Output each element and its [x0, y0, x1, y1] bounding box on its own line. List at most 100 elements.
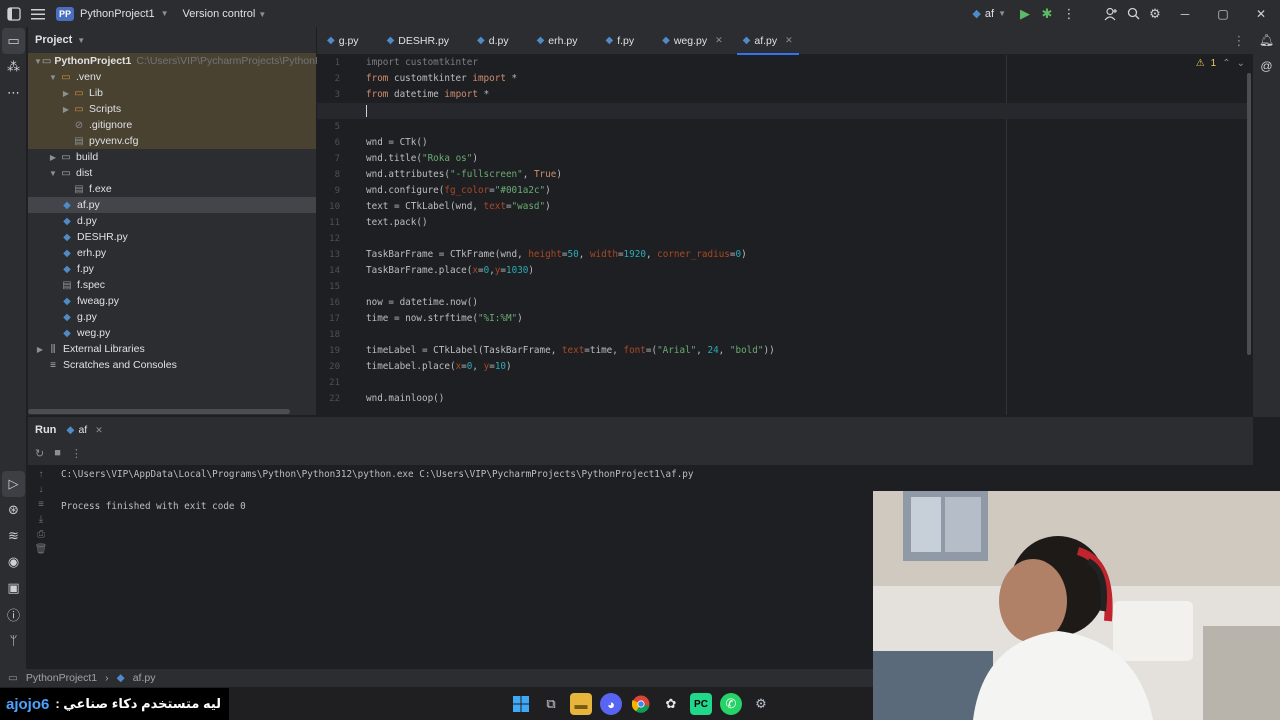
code-line[interactable]: time = now.strftime("%I:%M")	[366, 311, 1246, 327]
code-line[interactable]	[317, 103, 1247, 119]
more-options-icon[interactable]: ⋮	[1058, 2, 1080, 26]
inspection-widget[interactable]: ⚠ 1 ⌃ ⌄	[1196, 58, 1245, 69]
code-line[interactable]: text = CTkLabel(wnd, text="wasd")	[366, 199, 1246, 215]
soft-wrap-icon[interactable]: ≡	[38, 499, 44, 510]
code-line[interactable]: TaskBarFrame = CTkFrame(wnd, height=50, …	[366, 247, 1246, 263]
services-icon[interactable]: ◉	[0, 549, 27, 575]
tree-item-fweag[interactable]: ◆ fweag.py	[28, 293, 316, 309]
tree-item-erh[interactable]: ◆ erh.py	[28, 245, 316, 261]
horizontal-scrollbar[interactable]	[28, 409, 290, 414]
run-icon[interactable]: ▶	[1014, 2, 1036, 26]
code-line[interactable]: from datetime import *	[366, 87, 1246, 103]
vertical-scrollbar[interactable]	[1247, 73, 1251, 355]
tree-item-g[interactable]: ◆ g.py	[28, 309, 316, 325]
tree-item-dist[interactable]: ▼ ▭ dist	[28, 165, 316, 181]
tree-item-af[interactable]: ◆ af.py	[28, 197, 316, 213]
more-options-icon[interactable]: ⋮	[71, 447, 82, 460]
restore-button[interactable]: ▢	[1204, 7, 1242, 21]
code-line[interactable]	[366, 375, 1246, 391]
run-panel-title[interactable]: Run	[35, 424, 56, 436]
code-line[interactable]: wnd.configure(fg_color="#001a2c")	[366, 183, 1246, 199]
code-line[interactable]: wnd.title("Roka os")	[366, 151, 1246, 167]
tree-item-build[interactable]: ▶ ▭ build	[28, 149, 316, 165]
tree-item-scripts[interactable]: ▶ ▭ Scripts	[28, 101, 316, 117]
code-line[interactable]	[366, 279, 1246, 295]
tab-af[interactable]: ◆ af.py ✕	[733, 27, 803, 55]
run-tool-icon[interactable]: ▷	[2, 471, 25, 497]
tab-erh[interactable]: ◆ erh.py	[527, 27, 588, 55]
stop-icon[interactable]: ■	[54, 447, 61, 459]
tree-item-venv[interactable]: ▼ ▭ .venv	[28, 69, 316, 85]
project-tool-icon[interactable]: ▭	[2, 28, 25, 54]
settings-icon[interactable]: ⚙	[1144, 2, 1166, 26]
chrome-icon[interactable]	[630, 693, 652, 715]
file-explorer-icon[interactable]: ▬	[570, 693, 592, 715]
pycharm-icon[interactable]: PC	[690, 693, 712, 715]
code-line[interactable]: import customtkinter	[366, 55, 1246, 71]
project-panel-header[interactable]: Project ▼	[28, 27, 316, 53]
openai-icon[interactable]: ✿	[660, 693, 682, 715]
whatsapp-icon[interactable]: ✆	[720, 693, 742, 715]
clear-icon[interactable]: 🗑︎	[35, 544, 48, 555]
code-line[interactable]: timeLabel = CTkLabel(TaskBarFrame, text=…	[366, 343, 1246, 359]
tab-weg[interactable]: ◆ weg.py ✕	[652, 27, 733, 55]
main-menu-icon[interactable]	[26, 2, 50, 26]
tab-d[interactable]: ◆ d.py	[467, 27, 519, 55]
structure-tool-icon[interactable]: ⁂	[0, 54, 27, 80]
project-switcher[interactable]: PP PythonProject1 ▼	[56, 6, 169, 21]
code-line[interactable]: wnd.mainloop()	[366, 391, 1246, 407]
code-line[interactable]	[366, 231, 1246, 247]
notifications-icon[interactable]: 🔔︎	[1253, 27, 1280, 53]
tree-item-fspec[interactable]: ▤ f.spec	[28, 277, 316, 293]
scroll-down-icon[interactable]: ↓	[39, 484, 44, 495]
python-packages-icon[interactable]: ⊛	[0, 497, 27, 523]
tab-g[interactable]: ◆ g.py	[317, 27, 369, 55]
tree-item-f[interactable]: ◆ f.py	[28, 261, 316, 277]
debug-icon[interactable]: ✱	[1036, 2, 1058, 26]
code-line[interactable]: text.pack()	[366, 215, 1246, 231]
code-line[interactable]: wnd.attributes("-fullscreen", True)	[366, 167, 1246, 183]
more-tools-icon[interactable]: ⋯	[0, 80, 27, 106]
scroll-up-icon[interactable]: ↑	[39, 469, 44, 480]
chevron-up-icon[interactable]: ⌃	[1222, 58, 1230, 69]
tree-item-deshr[interactable]: ◆ DESHR.py	[28, 229, 316, 245]
rerun-icon[interactable]: ↻	[35, 447, 44, 460]
tab-options-icon[interactable]: ⋮	[1227, 29, 1251, 53]
ai-assistant-icon[interactable]: @	[1253, 53, 1280, 79]
code-line[interactable]: wnd = CTk()	[366, 135, 1246, 151]
tree-item-weg[interactable]: ◆ weg.py	[28, 325, 316, 341]
tree-item-pyvenv[interactable]: ▤ pyvenv.cfg	[28, 133, 316, 149]
print-icon[interactable]: ⎙	[37, 529, 45, 540]
discord-icon[interactable]: ◕	[600, 693, 622, 715]
breadcrumb-project[interactable]: PythonProject1	[26, 672, 97, 684]
close-tab-icon[interactable]: ✕	[95, 425, 103, 436]
settings-icon[interactable]: ⚙	[750, 693, 772, 715]
close-tab-icon[interactable]: ✕	[785, 35, 793, 46]
code-editor[interactable]: 1 2 3 4 5 6 7 8 9 10 11 12 13 14 15 16 1…	[317, 55, 1253, 415]
tree-item-lib[interactable]: ▶ ▭ Lib	[28, 85, 316, 101]
tree-item-gitignore[interactable]: ⊘ .gitignore	[28, 117, 316, 133]
tab-f[interactable]: ◆ f.py	[595, 27, 644, 55]
code-line[interactable]: timeLabel.place(x=0, y=10)	[366, 359, 1246, 375]
tree-item-scratches[interactable]: ≡ Scratches and Consoles	[28, 357, 316, 373]
tree-item-fexe[interactable]: ▤ f.exe	[28, 181, 316, 197]
tree-root[interactable]: ▼ ▭ PythonProject1 C:\Users\VIP\PycharmP…	[28, 53, 353, 69]
terminal-icon[interactable]: ▣	[0, 575, 27, 601]
git-icon[interactable]: ᛘ	[0, 627, 27, 653]
code-line[interactable]: now = datetime.now()	[366, 295, 1246, 311]
close-window-button[interactable]: ✕	[1242, 7, 1280, 21]
code-line[interactable]: TaskBarFrame.place(x=0,y=1030)	[366, 263, 1246, 279]
chevron-down-icon[interactable]: ⌄	[1237, 58, 1245, 69]
code-line[interactable]: from customtkinter import *	[366, 71, 1246, 87]
task-view-icon[interactable]: ⧉	[540, 693, 562, 715]
problems-icon[interactable]: ⓘ	[0, 601, 27, 627]
add-user-icon[interactable]	[1100, 2, 1122, 26]
app-logo-icon[interactable]	[2, 2, 26, 26]
layers-icon[interactable]: ≋	[0, 523, 27, 549]
windows-start-icon[interactable]	[510, 693, 532, 715]
breadcrumb-file[interactable]: af.py	[133, 672, 156, 684]
run-config-selector[interactable]: ◆ af ▼	[972, 7, 1006, 21]
run-config-tab[interactable]: ◆ af ✕	[66, 424, 102, 436]
version-control-menu[interactable]: Version control ▼	[183, 8, 267, 20]
minimize-button[interactable]: ─	[1166, 7, 1204, 21]
